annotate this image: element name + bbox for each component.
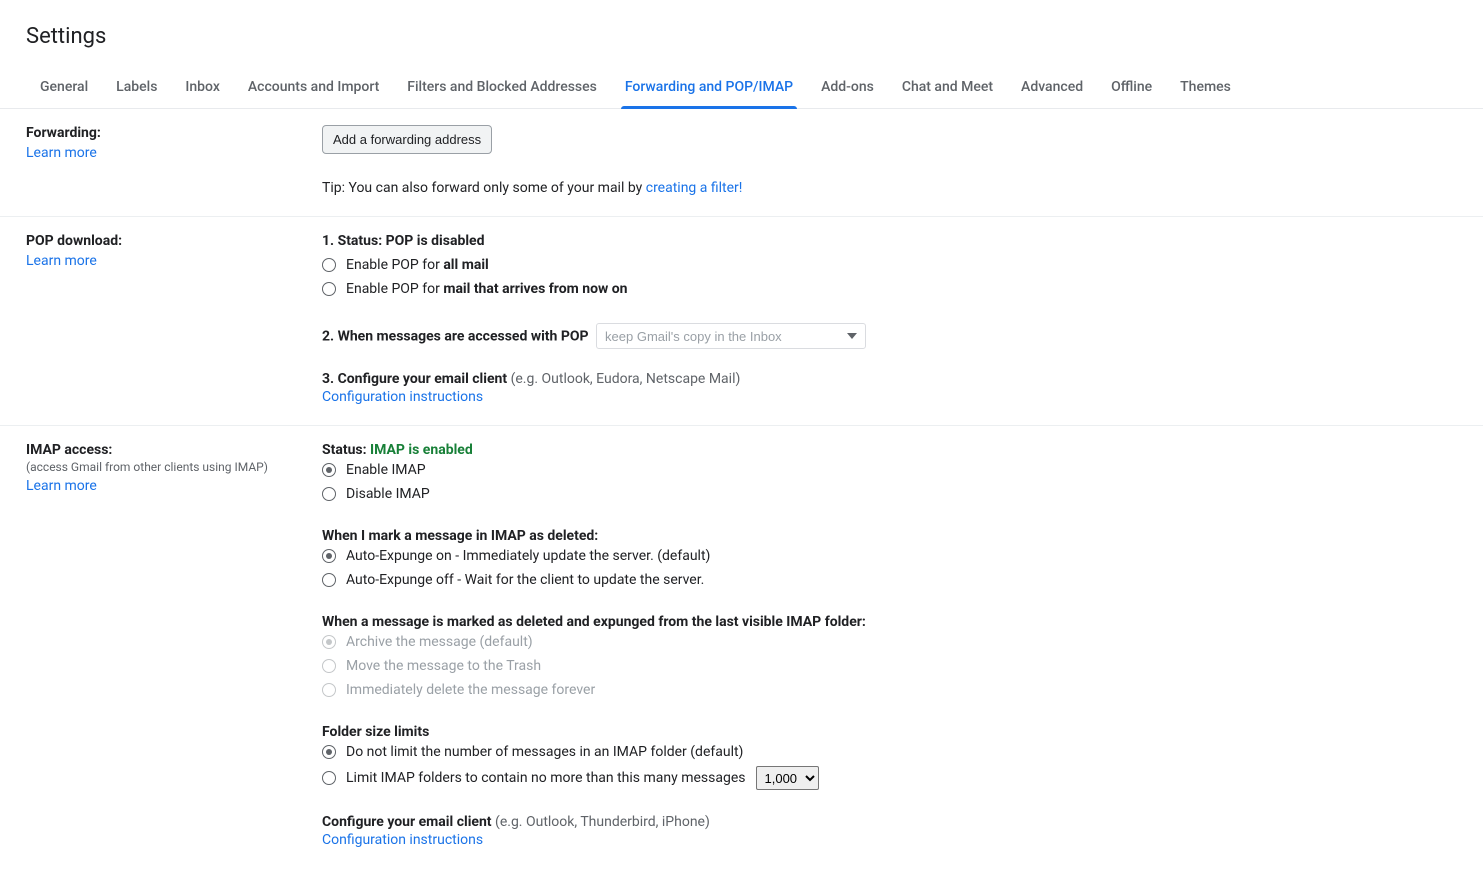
imap-desc: (access Gmail from other clients using I… [26,460,306,474]
imap-expunged-delete-option: Immediately delete the message forever [322,678,1457,702]
imap-disable-label: Disable IMAP [346,484,430,504]
imap-disable-radio[interactable] [322,487,336,501]
imap-expunged-delete-label: Immediately delete the message forever [346,680,595,700]
imap-enable-option[interactable]: Enable IMAP [322,458,1457,482]
imap-enable-radio[interactable] [322,463,336,477]
pop-enable-all-label: Enable POP for all mail [346,255,489,275]
pop-enable-new-prefix: Enable POP for [346,281,443,297]
tab-advanced[interactable]: Advanced [1007,67,1097,108]
pop-configure-note: (e.g. Outlook, Eudora, Netscape Mail) [511,371,741,387]
tab-add-ons[interactable]: Add-ons [807,67,888,108]
imap-status-value: IMAP is enabled [370,442,473,458]
pop-enable-new-bold: mail that arrives from now on [443,281,627,297]
imap-section: IMAP access: (access Gmail from other cl… [0,426,1483,868]
pop-enable-new-label: Enable POP for mail that arrives from no… [346,279,628,299]
imap-expunge-on-radio[interactable] [322,549,336,563]
imap-expunged-archive-radio [322,635,336,649]
imap-configuration-instructions-link[interactable]: Configuration instructions [322,832,1457,848]
imap-expunged-archive-label: Archive the message (default) [346,632,533,652]
create-filter-link[interactable]: creating a filter! [646,180,743,196]
imap-expunged-heading: When a message is marked as deleted and … [322,614,1457,630]
tab-accounts-and-import[interactable]: Accounts and Import [234,67,393,108]
imap-expunge-off-option[interactable]: Auto-Expunge off - Wait for the client t… [322,568,1457,592]
imap-folder-heading: Folder size limits [322,724,1457,740]
forwarding-section: Forwarding: Learn more Add a forwarding … [0,109,1483,217]
pop-configuration-instructions-link[interactable]: Configuration instructions [322,389,1457,405]
pop-enable-new-radio[interactable] [322,282,336,296]
tab-offline[interactable]: Offline [1097,67,1166,108]
pop-status-value: POP is disabled [386,233,485,249]
settings-tabs: GeneralLabelsInboxAccounts and ImportFil… [0,67,1483,109]
pop-status-prefix: 1. Status: [322,233,386,249]
imap-expunged-trash-radio [322,659,336,673]
tab-chat-and-meet[interactable]: Chat and Meet [888,67,1007,108]
pop-enable-all-bold: all mail [443,257,488,273]
tab-themes[interactable]: Themes [1166,67,1245,108]
tab-general[interactable]: General [26,67,102,108]
imap-expunge-off-radio[interactable] [322,573,336,587]
forwarding-learn-more-link[interactable]: Learn more [26,145,306,161]
pop-enable-all-prefix: Enable POP for [346,257,443,273]
page-title: Settings [26,24,1457,49]
tab-labels[interactable]: Labels [102,67,171,108]
tab-forwarding-and-pop-imap[interactable]: Forwarding and POP/IMAP [611,67,807,108]
imap-learn-more-link[interactable]: Learn more [26,478,306,494]
pop-learn-more-link[interactable]: Learn more [26,253,306,269]
imap-folder-nolimit-label: Do not limit the number of messages in a… [346,742,743,762]
imap-expunged-trash-option: Move the message to the Trash [322,654,1457,678]
pop-accessed-heading: 2. When messages are accessed with POP [322,329,589,345]
tab-inbox[interactable]: Inbox [171,67,233,108]
imap-folder-limit-label: Limit IMAP folders to contain no more th… [346,768,746,788]
imap-expunged-trash-label: Move the message to the Trash [346,656,541,676]
pop-status-heading: 1. Status: POP is disabled [322,233,1457,249]
pop-accessed-select[interactable]: keep Gmail's copy in the Inbox [596,323,866,349]
add-forwarding-address-button[interactable]: Add a forwarding address [322,125,492,154]
imap-folder-nolimit-radio[interactable] [322,745,336,759]
imap-folder-limit-count-select[interactable]: 1,000 [756,766,819,790]
pop-enable-all-option[interactable]: Enable POP for all mail [322,253,1457,277]
imap-status-label: Status: [322,442,370,458]
pop-section: POP download: Learn more 1. Status: POP … [0,217,1483,426]
forwarding-tip: Tip: You can also forward only some of y… [322,180,1457,196]
imap-disable-option[interactable]: Disable IMAP [322,482,1457,506]
pop-configure-heading: 3. Configure your email client [322,371,511,387]
imap-folder-nolimit-option[interactable]: Do not limit the number of messages in a… [322,740,1457,764]
pop-enable-new-option[interactable]: Enable POP for mail that arrives from no… [322,277,1457,301]
imap-expunged-archive-option: Archive the message (default) [322,630,1457,654]
imap-folder-limit-option[interactable]: Limit IMAP folders to contain no more th… [322,764,1457,792]
pop-enable-all-radio[interactable] [322,258,336,272]
imap-configure-note: (e.g. Outlook, Thunderbird, iPhone) [495,814,710,830]
tab-filters-and-blocked-addresses[interactable]: Filters and Blocked Addresses [393,67,611,108]
forwarding-tip-text: Tip: You can also forward only some of y… [322,180,646,196]
imap-label: IMAP access: [26,442,306,458]
imap-expunged-delete-radio [322,683,336,697]
imap-expunge-on-label: Auto-Expunge on - Immediately update the… [346,546,710,566]
imap-deleted-heading: When I mark a message in IMAP as deleted… [322,528,1457,544]
imap-enable-label: Enable IMAP [346,460,426,480]
imap-expunge-off-label: Auto-Expunge off - Wait for the client t… [346,570,704,590]
pop-label: POP download: [26,233,306,249]
imap-folder-limit-radio[interactable] [322,771,336,785]
imap-expunge-on-option[interactable]: Auto-Expunge on - Immediately update the… [322,544,1457,568]
imap-configure-heading: Configure your email client [322,814,495,830]
forwarding-label: Forwarding: [26,125,306,141]
